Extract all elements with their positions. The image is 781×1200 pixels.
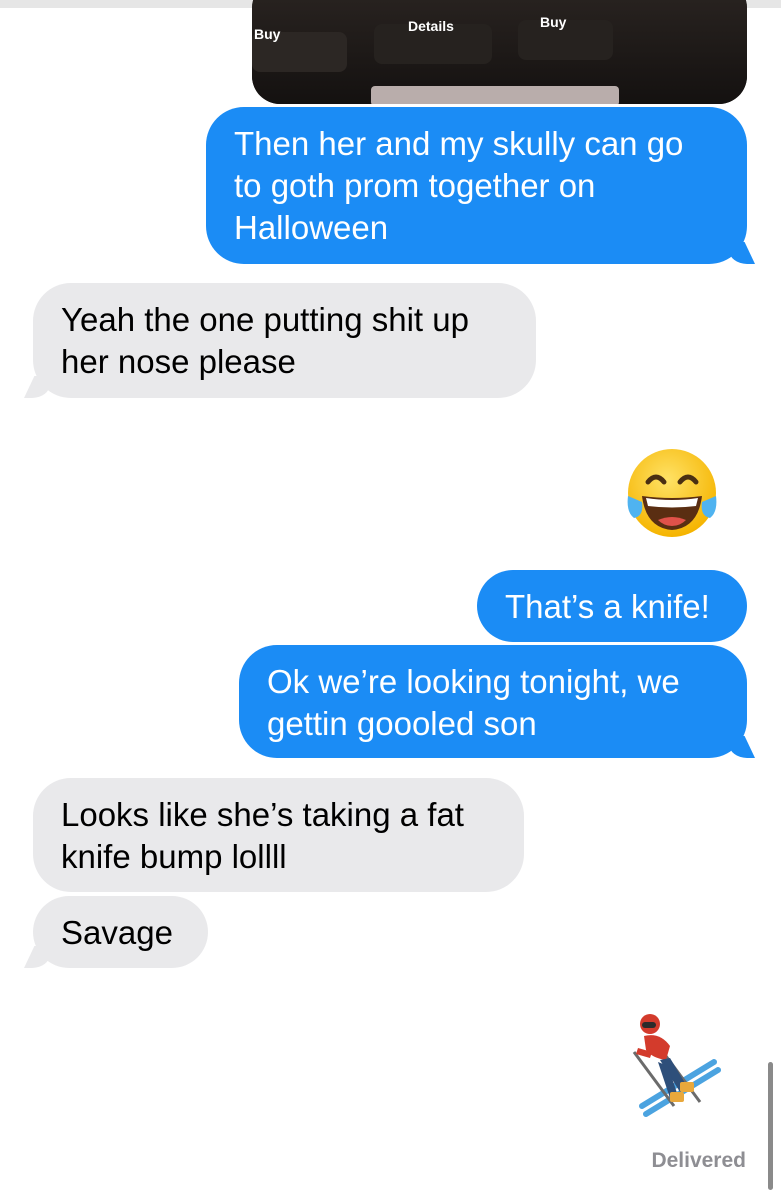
image-details-button: Details (374, 18, 492, 64)
message-text: Then her and my skully can go to goth pr… (234, 125, 684, 246)
message-bubble-outgoing[interactable]: Then her and my skully can go to goth pr… (206, 107, 747, 264)
message-text: Ok we’re looking tonight, we gettin gooo… (267, 663, 680, 742)
message-bubble-outgoing[interactable]: That’s a knife! (477, 570, 747, 642)
message-bubble-outgoing[interactable]: Ok we’re looking tonight, we gettin gooo… (239, 645, 747, 758)
image-buy-button-left: Buy (252, 26, 347, 72)
scrollbar[interactable] (768, 1062, 773, 1190)
message-text: Yeah the one putting shit up her nose pl… (61, 301, 469, 380)
image-message[interactable]: Buy Details Buy (252, 0, 747, 104)
message-text: That’s a knife! (505, 588, 710, 625)
message-bubble-incoming[interactable]: Looks like she’s taking a fat knife bump… (33, 778, 524, 892)
message-text: Looks like she’s taking a fat knife bump… (61, 796, 464, 875)
image-bottom-bar (371, 86, 619, 104)
delivered-status: Delivered (651, 1149, 746, 1172)
face-with-tears-of-joy-icon[interactable] (624, 446, 720, 542)
message-bubble-incoming[interactable]: Yeah the one putting shit up her nose pl… (33, 283, 536, 398)
skier-icon[interactable] (630, 1010, 722, 1118)
message-bubble-incoming[interactable]: Savage (33, 896, 208, 968)
message-text: Savage (61, 914, 173, 951)
image-buy-button-right: Buy (518, 14, 613, 60)
